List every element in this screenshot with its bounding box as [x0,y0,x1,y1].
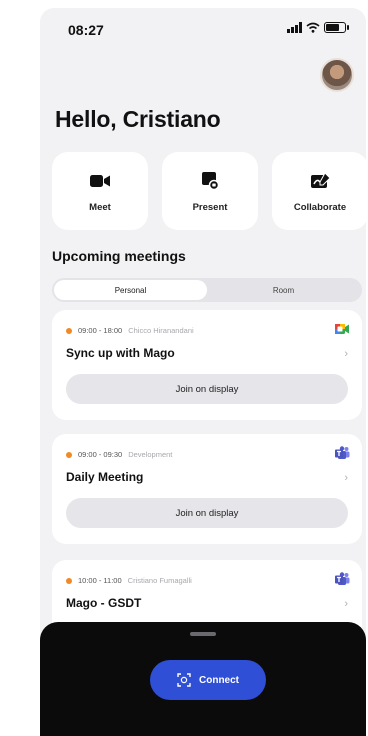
meeting-owner: Cristiano Fumagalli [127,576,192,585]
meeting-time: 10:00 - 11:00 [78,576,122,585]
whiteboard-pen-icon [311,171,331,188]
video-camera-icon [90,174,110,187]
signal-icon [287,22,302,33]
meeting-tabs: Personal Room [52,278,362,302]
google-meet-icon [335,324,349,334]
chevron-right-icon[interactable]: › [344,598,348,610]
join-on-display-button[interactable]: Join on display [66,374,348,404]
status-dot [66,577,72,584]
connect-label: Connect [199,674,239,686]
avatar[interactable] [320,58,354,92]
collaborate-button[interactable]: Collaborate [272,152,366,230]
action-tiles: Meet Present Collaborate [52,152,366,230]
meet-label: Meet [89,201,111,213]
chevron-right-icon[interactable]: › [344,348,348,360]
section-title: Upcoming meetings [52,248,186,264]
collaborate-label: Collaborate [293,201,347,213]
meeting-owner: Chicco Hiranandani [128,326,194,335]
meeting-meta: 09:00 - 09:30 Development [66,450,172,459]
join-on-display-button[interactable]: Join on display [66,498,348,528]
connect-button[interactable]: Connect [150,660,266,700]
meeting-title: Daily Meeting [66,470,144,484]
meeting-time: 09:00 - 18:00 [78,326,123,335]
meeting-owner: Development [128,450,173,459]
present-button[interactable]: Present [162,152,258,230]
meeting-meta: 09:00 - 18:00 Chicco Hiranandani [66,326,194,335]
app-screen: 08:27 Hello, Cristiano Meet Present Coll… [40,8,366,736]
meet-button[interactable]: Meet [52,152,148,230]
meeting-title: Mago - GSDT [66,596,142,610]
meeting-time: 09:00 - 09:30 [78,450,123,459]
tab-room[interactable]: Room [207,280,360,300]
microsoft-teams-icon [335,446,350,459]
present-label: Present [192,201,228,213]
status-time: 08:27 [68,22,104,38]
present-screen-icon [202,171,220,190]
bottom-sheet: Connect [40,622,366,736]
microsoft-teams-icon [335,572,350,585]
sheet-grabber[interactable] [190,632,216,636]
greeting-title: Hello, Cristiano [55,106,221,132]
status-icons [287,22,349,33]
chevron-right-icon[interactable]: › [344,472,348,484]
battery-icon [324,22,349,33]
status-dot [66,451,72,458]
status-bar: 08:27 [40,8,366,52]
status-dot [66,327,72,334]
meeting-card[interactable]: 09:00 - 18:00 Chicco Hiranandani Sync up… [52,310,362,420]
meeting-title: Sync up with Mago [66,346,175,360]
wifi-icon [306,22,320,33]
meeting-card[interactable]: 09:00 - 09:30 Development Daily Meeting … [52,434,362,544]
tab-personal[interactable]: Personal [54,280,207,300]
scan-frame-icon [177,673,191,687]
meeting-meta: 10:00 - 11:00 Cristiano Fumagalli [66,576,192,585]
